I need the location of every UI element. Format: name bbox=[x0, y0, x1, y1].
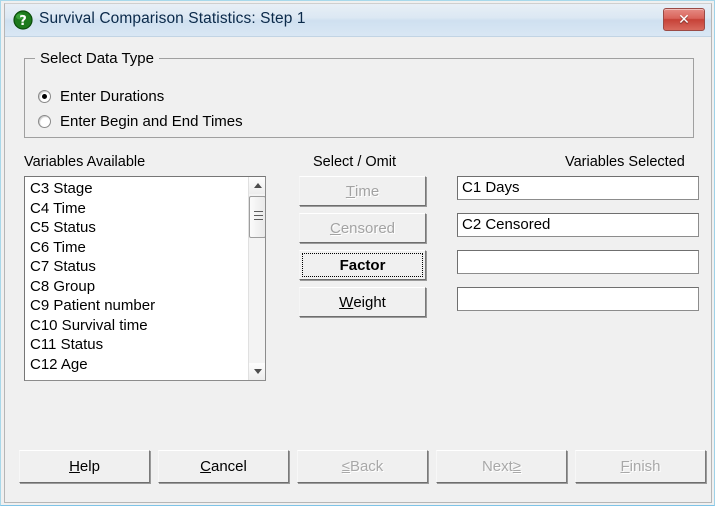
radio-enter-begin-and-end-times[interactable]: Enter Begin and End Times bbox=[38, 113, 243, 130]
list-item[interactable]: C12 Age bbox=[25, 355, 247, 375]
radio-enter-durations[interactable]: Enter Durations bbox=[38, 88, 164, 105]
radio-label-enter-durations: Enter Durations bbox=[60, 88, 165, 105]
weight-button[interactable]: Weight bbox=[299, 287, 426, 317]
variables-available-items: C3 Stage C4 Time C5 Status C6 Time C7 St… bbox=[25, 179, 247, 374]
list-item[interactable]: C6 Time bbox=[25, 238, 247, 258]
selected-variable-field-2[interactable]: C2 Censored bbox=[457, 213, 699, 237]
chevron-up-icon bbox=[253, 183, 262, 188]
list-item[interactable]: C5 Status bbox=[25, 218, 247, 238]
close-button[interactable]: ✕ bbox=[663, 8, 705, 31]
radio-label-enter-begin-and-end-times: Enter Begin and End Times bbox=[60, 113, 243, 130]
list-item[interactable]: C7 Status bbox=[25, 257, 247, 277]
scrollbar-thumb[interactable] bbox=[249, 196, 265, 238]
list-item[interactable]: C3 Stage bbox=[25, 179, 247, 199]
list-item[interactable]: C9 Patient number bbox=[25, 296, 247, 316]
next-button[interactable]: Next ≥ bbox=[436, 450, 567, 483]
chevron-down-icon bbox=[253, 369, 262, 374]
list-item[interactable]: C11 Status bbox=[25, 335, 247, 355]
censored-button[interactable]: Censored bbox=[299, 213, 426, 243]
back-button[interactable]: ≤ Back bbox=[297, 450, 428, 483]
question-mark-icon: ? bbox=[13, 10, 33, 30]
factor-button[interactable]: Factor bbox=[299, 250, 426, 280]
select-omit-heading: Select / Omit bbox=[313, 154, 396, 170]
time-button[interactable]: Time bbox=[299, 176, 426, 206]
variables-selected-heading: Variables Selected bbox=[565, 154, 685, 170]
list-item[interactable]: C8 Group bbox=[25, 277, 247, 297]
selected-variable-field-3[interactable] bbox=[457, 250, 699, 274]
selected-variable-field-1[interactable]: C1 Days bbox=[457, 176, 699, 200]
finish-button[interactable]: Finish bbox=[575, 450, 706, 483]
close-icon: ✕ bbox=[678, 11, 690, 28]
dialog-window: ? Survival Comparison Statistics: Step 1… bbox=[0, 0, 715, 506]
radio-indicator-durations[interactable] bbox=[38, 90, 51, 103]
radio-indicator-begin-end[interactable] bbox=[38, 115, 51, 128]
variables-available-heading: Variables Available bbox=[24, 154, 146, 170]
listbox-vertical-scrollbar[interactable] bbox=[248, 177, 265, 380]
cancel-button[interactable]: Cancel bbox=[158, 450, 289, 483]
selected-variable-field-4[interactable] bbox=[457, 287, 699, 311]
window-title: Survival Comparison Statistics: Step 1 bbox=[39, 10, 306, 27]
variables-available-listbox[interactable]: C3 Stage C4 Time C5 Status C6 Time C7 St… bbox=[24, 176, 266, 381]
title-bar[interactable]: ? Survival Comparison Statistics: Step 1… bbox=[5, 4, 711, 37]
dialog-client-area: Select Data Type Enter Durations Enter B… bbox=[5, 37, 711, 502]
scroll-down-button[interactable] bbox=[249, 363, 265, 380]
list-item[interactable]: C4 Time bbox=[25, 199, 247, 219]
select-data-type-legend: Select Data Type bbox=[35, 50, 159, 67]
grip-lines-icon bbox=[254, 211, 263, 222]
help-button[interactable]: Help bbox=[19, 450, 150, 483]
svg-text:?: ? bbox=[19, 14, 27, 29]
list-item[interactable]: C10 Survival time bbox=[25, 316, 247, 336]
dialog-inner-frame: ? Survival Comparison Statistics: Step 1… bbox=[4, 3, 712, 503]
scroll-up-button[interactable] bbox=[249, 177, 265, 194]
